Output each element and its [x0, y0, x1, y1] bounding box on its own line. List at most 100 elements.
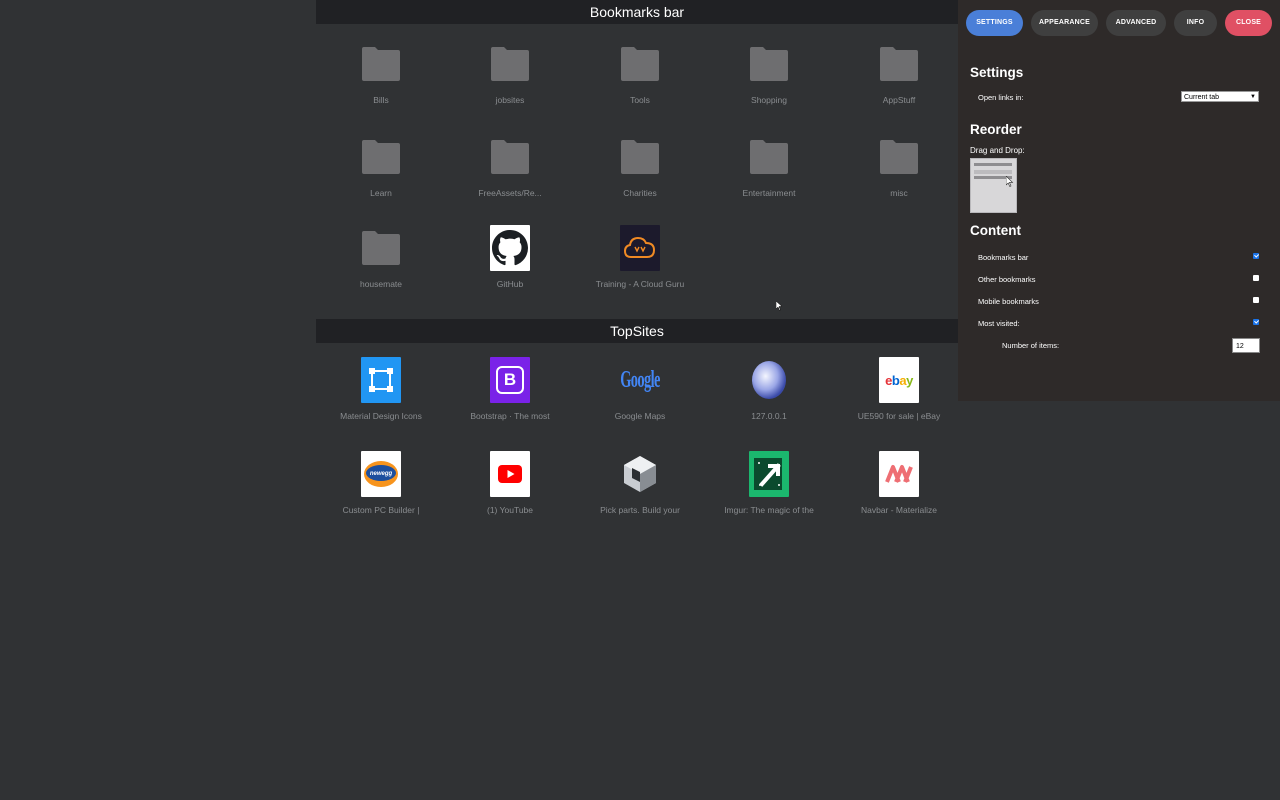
- folder-icon: [879, 134, 919, 180]
- folder-icon: [361, 225, 401, 271]
- topsite-label: UE590 for sale | eBay: [857, 411, 941, 421]
- drag-drop-preview[interactable]: [970, 158, 1017, 213]
- bookmark-label: jobsites: [495, 95, 525, 105]
- bookmarks-bar-header: Bookmarks bar: [316, 0, 958, 24]
- bookmark-label: GitHub: [496, 279, 524, 289]
- topsites-header: TopSites: [316, 319, 958, 343]
- topsite-link[interactable]: Imgur: The magic of the Internet: [721, 451, 817, 520]
- acloudguru-icon: [620, 225, 660, 271]
- pcpartpicker-icon: [620, 451, 660, 497]
- google-icon: Google: [620, 366, 660, 393]
- folder-icon: [361, 41, 401, 87]
- bookmark-label: housemate: [359, 279, 403, 289]
- reorder-heading: Reorder: [970, 122, 1022, 137]
- bookmark-link[interactable]: Training - A Cloud Guru: [592, 225, 688, 294]
- bookmarks-grid: Bills jobsites Tools Shopping AppStuff L…: [316, 24, 958, 319]
- bookmark-folder[interactable]: AppStuff: [851, 41, 947, 110]
- bookmark-label: Bills: [373, 95, 389, 105]
- bookmark-link[interactable]: GitHub: [462, 225, 558, 294]
- topsite-link[interactable]: Google Google Maps: [592, 357, 688, 426]
- topsite-label: Google Maps: [614, 411, 666, 421]
- bookmark-label: Entertainment: [742, 188, 796, 198]
- tab-advanced[interactable]: ADVANCED: [1106, 10, 1166, 36]
- cursor-icon: [1006, 176, 1014, 187]
- bookmark-label: Shopping: [751, 95, 787, 105]
- topsite-link[interactable]: Material Design Icons: [333, 357, 429, 426]
- bookmark-folder[interactable]: Tools: [592, 41, 688, 110]
- settings-heading: Settings: [970, 65, 1024, 80]
- bookmark-folder[interactable]: Shopping: [721, 41, 817, 110]
- topsite-label: Navbar - Materialize: [860, 505, 938, 515]
- folder-icon: [749, 134, 789, 180]
- newegg-icon: newegg: [361, 451, 401, 497]
- topsite-label: 127.0.0.1: [751, 411, 787, 421]
- bookmark-label: Tools: [630, 95, 650, 105]
- bootstrap-icon: B: [490, 357, 530, 403]
- close-button[interactable]: CLOSE: [1225, 10, 1272, 36]
- materialize-icon: [879, 451, 919, 497]
- most-visited-checkbox[interactable]: [1253, 319, 1259, 325]
- chevron-down-icon: ▼: [1250, 94, 1256, 100]
- number-of-items-input[interactable]: 12: [1232, 338, 1260, 353]
- tab-appearance[interactable]: APPEARANCE: [1031, 10, 1098, 36]
- topsite-label: Material Design Icons: [340, 411, 422, 421]
- bookmark-folder[interactable]: Bills: [333, 41, 429, 110]
- topsite-label: Custom PC Builder | Newegg: [342, 505, 420, 520]
- option-bookmarks-bar-label: Bookmarks bar: [978, 253, 1029, 262]
- topsite-label: (1) YouTube: [487, 505, 533, 515]
- option-other-bookmarks-label: Other bookmarks: [978, 275, 1036, 284]
- number-of-items-label: Number of items:: [1002, 341, 1060, 350]
- material-design-icon: [361, 357, 401, 403]
- ebay-icon: ebay: [879, 357, 919, 403]
- topsite-link[interactable]: ebay UE590 for sale | eBay: [851, 357, 947, 426]
- folder-icon: [879, 41, 919, 87]
- bookmark-label: Charities: [623, 188, 657, 198]
- bookmark-folder[interactable]: Charities: [592, 134, 688, 203]
- folder-icon: [620, 134, 660, 180]
- folder-icon: [361, 134, 401, 180]
- settings-panel: SETTINGS APPEARANCE ADVANCED INFO CLOSE …: [958, 0, 1280, 401]
- folder-icon: [490, 41, 530, 87]
- globe-icon: [749, 357, 789, 403]
- folder-icon: [490, 134, 530, 180]
- topsite-link[interactable]: (1) YouTube: [462, 451, 558, 520]
- folder-icon: [620, 41, 660, 87]
- topsite-link[interactable]: Pick parts. Build your PC: [592, 451, 688, 520]
- bookmark-folder[interactable]: Entertainment: [721, 134, 817, 203]
- topsite-link[interactable]: Navbar - Materialize: [851, 451, 947, 520]
- folder-icon: [749, 41, 789, 87]
- bookmark-folder[interactable]: housemate: [333, 225, 429, 294]
- topsite-label: Bootstrap · The most popular: [470, 411, 550, 426]
- youtube-icon: [490, 451, 530, 497]
- topsite-label: Pick parts. Build your PC: [600, 505, 680, 520]
- tab-settings[interactable]: SETTINGS: [966, 10, 1023, 36]
- bookmark-label: FreeAssets/Re...: [478, 188, 542, 198]
- drag-drop-label: Drag and Drop:: [970, 146, 1025, 155]
- content-heading: Content: [970, 223, 1021, 238]
- bookmark-label: AppStuff: [882, 95, 916, 105]
- main-content: Bookmarks bar Bills jobsites Tools Shopp…: [316, 0, 958, 553]
- open-links-label: Open links in:: [978, 93, 1024, 102]
- option-mobile-bookmarks-label: Mobile bookmarks: [978, 297, 1039, 306]
- bookmark-label: Learn: [370, 188, 392, 198]
- topsite-label: Imgur: The magic of the Internet: [724, 505, 814, 520]
- github-icon: [490, 225, 530, 271]
- open-links-select[interactable]: Current tab ▼: [1181, 91, 1259, 102]
- mobile-bookmarks-checkbox[interactable]: [1253, 297, 1259, 303]
- topsite-link[interactable]: B Bootstrap · The most popular: [462, 357, 558, 426]
- bookmark-label: Training - A Cloud Guru: [595, 279, 685, 289]
- imgur-icon: [749, 451, 789, 497]
- bookmark-folder[interactable]: misc: [851, 134, 947, 203]
- bookmarks-bar-checkbox[interactable]: [1253, 253, 1259, 259]
- mouse-cursor-icon: [776, 301, 783, 311]
- option-most-visited-label: Most visited:: [978, 319, 1020, 328]
- topsite-link[interactable]: newegg Custom PC Builder | Newegg: [333, 451, 429, 520]
- bookmark-folder[interactable]: FreeAssets/Re...: [462, 134, 558, 203]
- topsite-link[interactable]: 127.0.0.1: [721, 357, 817, 426]
- other-bookmarks-checkbox[interactable]: [1253, 275, 1259, 281]
- bookmark-folder[interactable]: jobsites: [462, 41, 558, 110]
- tab-info[interactable]: INFO: [1174, 10, 1217, 36]
- bookmark-label: misc: [890, 188, 908, 198]
- bookmark-folder[interactable]: Learn: [333, 134, 429, 203]
- topsites-grid: Material Design Icons B Bootstrap · The …: [316, 343, 958, 553]
